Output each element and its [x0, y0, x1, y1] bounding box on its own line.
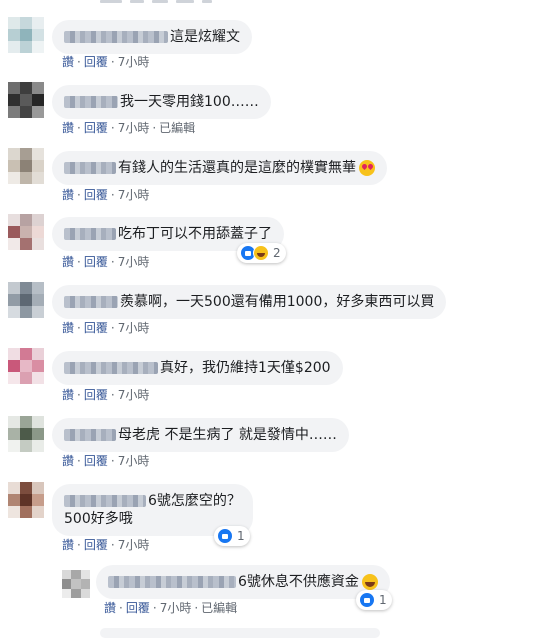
reply-link[interactable]: 回覆: [126, 601, 150, 615]
haha-reaction-icon: [253, 245, 269, 261]
comment-text-line-2: 500好多哦: [64, 511, 133, 527]
timestamp[interactable]: 7小時: [118, 321, 150, 335]
avatar[interactable]: [8, 17, 44, 53]
like-link[interactable]: 讚: [104, 601, 116, 615]
avatar[interactable]: [8, 348, 44, 384]
blurred-author-name[interactable]: [64, 362, 158, 374]
edited-label[interactable]: 已編輯: [201, 601, 237, 615]
blurred-author-name[interactable]: [64, 429, 116, 441]
timestamp[interactable]: 7小時: [118, 538, 150, 552]
like-link[interactable]: 讚: [62, 321, 74, 335]
comment-text: 羨慕啊，一天500還有備用1000，好多東西可以買: [120, 294, 435, 310]
like-link[interactable]: 讚: [62, 255, 74, 269]
blurred-author-name[interactable]: [64, 96, 118, 108]
comment-text: 6號怎麼空的？: [148, 493, 241, 509]
avatar[interactable]: [8, 282, 44, 318]
reaction-count: 2: [273, 246, 281, 260]
timestamp[interactable]: 7小時: [118, 55, 150, 69]
blurred-author-name[interactable]: [64, 495, 146, 507]
blurred-author-name[interactable]: [64, 31, 168, 43]
like-link[interactable]: 讚: [62, 121, 74, 135]
like-link[interactable]: 讚: [62, 454, 74, 468]
comment-bubble: 這是炫耀文: [52, 20, 252, 54]
avatar[interactable]: [8, 82, 44, 118]
reply-link[interactable]: 回覆: [84, 321, 108, 335]
like-link[interactable]: 讚: [62, 538, 74, 552]
reaction-count: 1: [237, 529, 245, 543]
blurred-author-name[interactable]: [64, 296, 118, 308]
avatar[interactable]: [8, 482, 44, 518]
comment-bubble: 有錢人的生活還真的是這麼的樸實無華: [52, 151, 387, 185]
timestamp[interactable]: 7小時: [118, 188, 150, 202]
edited-label[interactable]: 已編輯: [159, 121, 195, 135]
reply-bubble: 6號休息不供應資金: [96, 565, 390, 599]
reply-link[interactable]: 回覆: [84, 538, 108, 552]
reply-link[interactable]: 回覆: [84, 55, 108, 69]
comment-text: 真好，我仍維持1天僅$200: [160, 360, 331, 376]
timestamp[interactable]: 7小時: [118, 388, 150, 402]
comment-bubble: 真好，我仍維持1天僅$200: [52, 351, 343, 385]
avatar[interactable]: [62, 570, 90, 598]
like-reaction-icon: [217, 528, 233, 544]
timestamp[interactable]: 7小時: [160, 601, 192, 615]
previous-comment-edge: [100, 0, 220, 4]
comment-actions: 讚 · 回覆 · 7小時: [62, 454, 150, 468]
blurred-author-name[interactable]: [64, 162, 116, 174]
blurred-author-name[interactable]: [64, 228, 116, 240]
reaction-summary[interactable]: 1: [214, 526, 250, 546]
comment-actions: 讚 · 回覆 · 7小時: [62, 188, 150, 202]
comment-bubble: 我一天零用錢100……: [52, 85, 271, 119]
like-link[interactable]: 讚: [62, 188, 74, 202]
like-reaction-icon: [359, 592, 375, 608]
reaction-summary[interactable]: 1: [356, 590, 392, 610]
reply-actions: 讚 · 回覆 · 7小時 · 已編輯: [104, 601, 238, 615]
reply-link[interactable]: 回覆: [84, 255, 108, 269]
avatar[interactable]: [8, 416, 44, 452]
avatar[interactable]: [8, 148, 44, 184]
laughing-emoji-icon: [361, 574, 378, 590]
comment-actions: 讚 · 回覆 · 7小時: [62, 55, 150, 69]
heart-eyes-emoji-icon: [359, 160, 375, 176]
comment-text: 我一天零用錢100……: [120, 94, 259, 110]
comment-bubble: 母老虎 不是生病了 就是發情中……: [52, 418, 349, 452]
comment-text: 母老虎 不是生病了 就是發情中……: [118, 427, 337, 443]
comment-actions: 讚 · 回覆 · 7小時: [62, 538, 150, 552]
timestamp[interactable]: 7小時: [118, 121, 150, 135]
reply-link[interactable]: 回覆: [84, 454, 108, 468]
comment-actions: 讚 · 回覆 · 7小時: [62, 255, 150, 269]
avatar[interactable]: [8, 214, 44, 250]
reply-text: 6號休息不供應資金: [238, 574, 359, 590]
comment-actions: 讚 · 回覆 · 7小時: [62, 321, 150, 335]
comment-bubble: 羨慕啊，一天500還有備用1000，好多東西可以買: [52, 285, 447, 319]
comment-text: 有錢人的生活還真的是這麼的樸實無華: [118, 160, 356, 176]
next-comment-edge: [100, 628, 380, 638]
reply-link[interactable]: 回覆: [84, 121, 108, 135]
timestamp[interactable]: 7小時: [118, 255, 150, 269]
comment-text: 吃布丁可以不用舔蓋子了: [118, 226, 272, 242]
like-link[interactable]: 讚: [62, 388, 74, 402]
comment-actions: 讚 · 回覆 · 7小時: [62, 388, 150, 402]
reply-link[interactable]: 回覆: [84, 388, 108, 402]
reaction-count: 1: [379, 593, 387, 607]
blurred-author-name[interactable]: [108, 576, 236, 588]
comment-actions: 讚 · 回覆 · 7小時 · 已編輯: [62, 121, 196, 135]
timestamp[interactable]: 7小時: [118, 454, 150, 468]
reaction-summary[interactable]: 2: [237, 243, 286, 263]
reply-link[interactable]: 回覆: [84, 188, 108, 202]
like-link[interactable]: 讚: [62, 55, 74, 69]
comment-text: 這是炫耀文: [170, 29, 240, 45]
